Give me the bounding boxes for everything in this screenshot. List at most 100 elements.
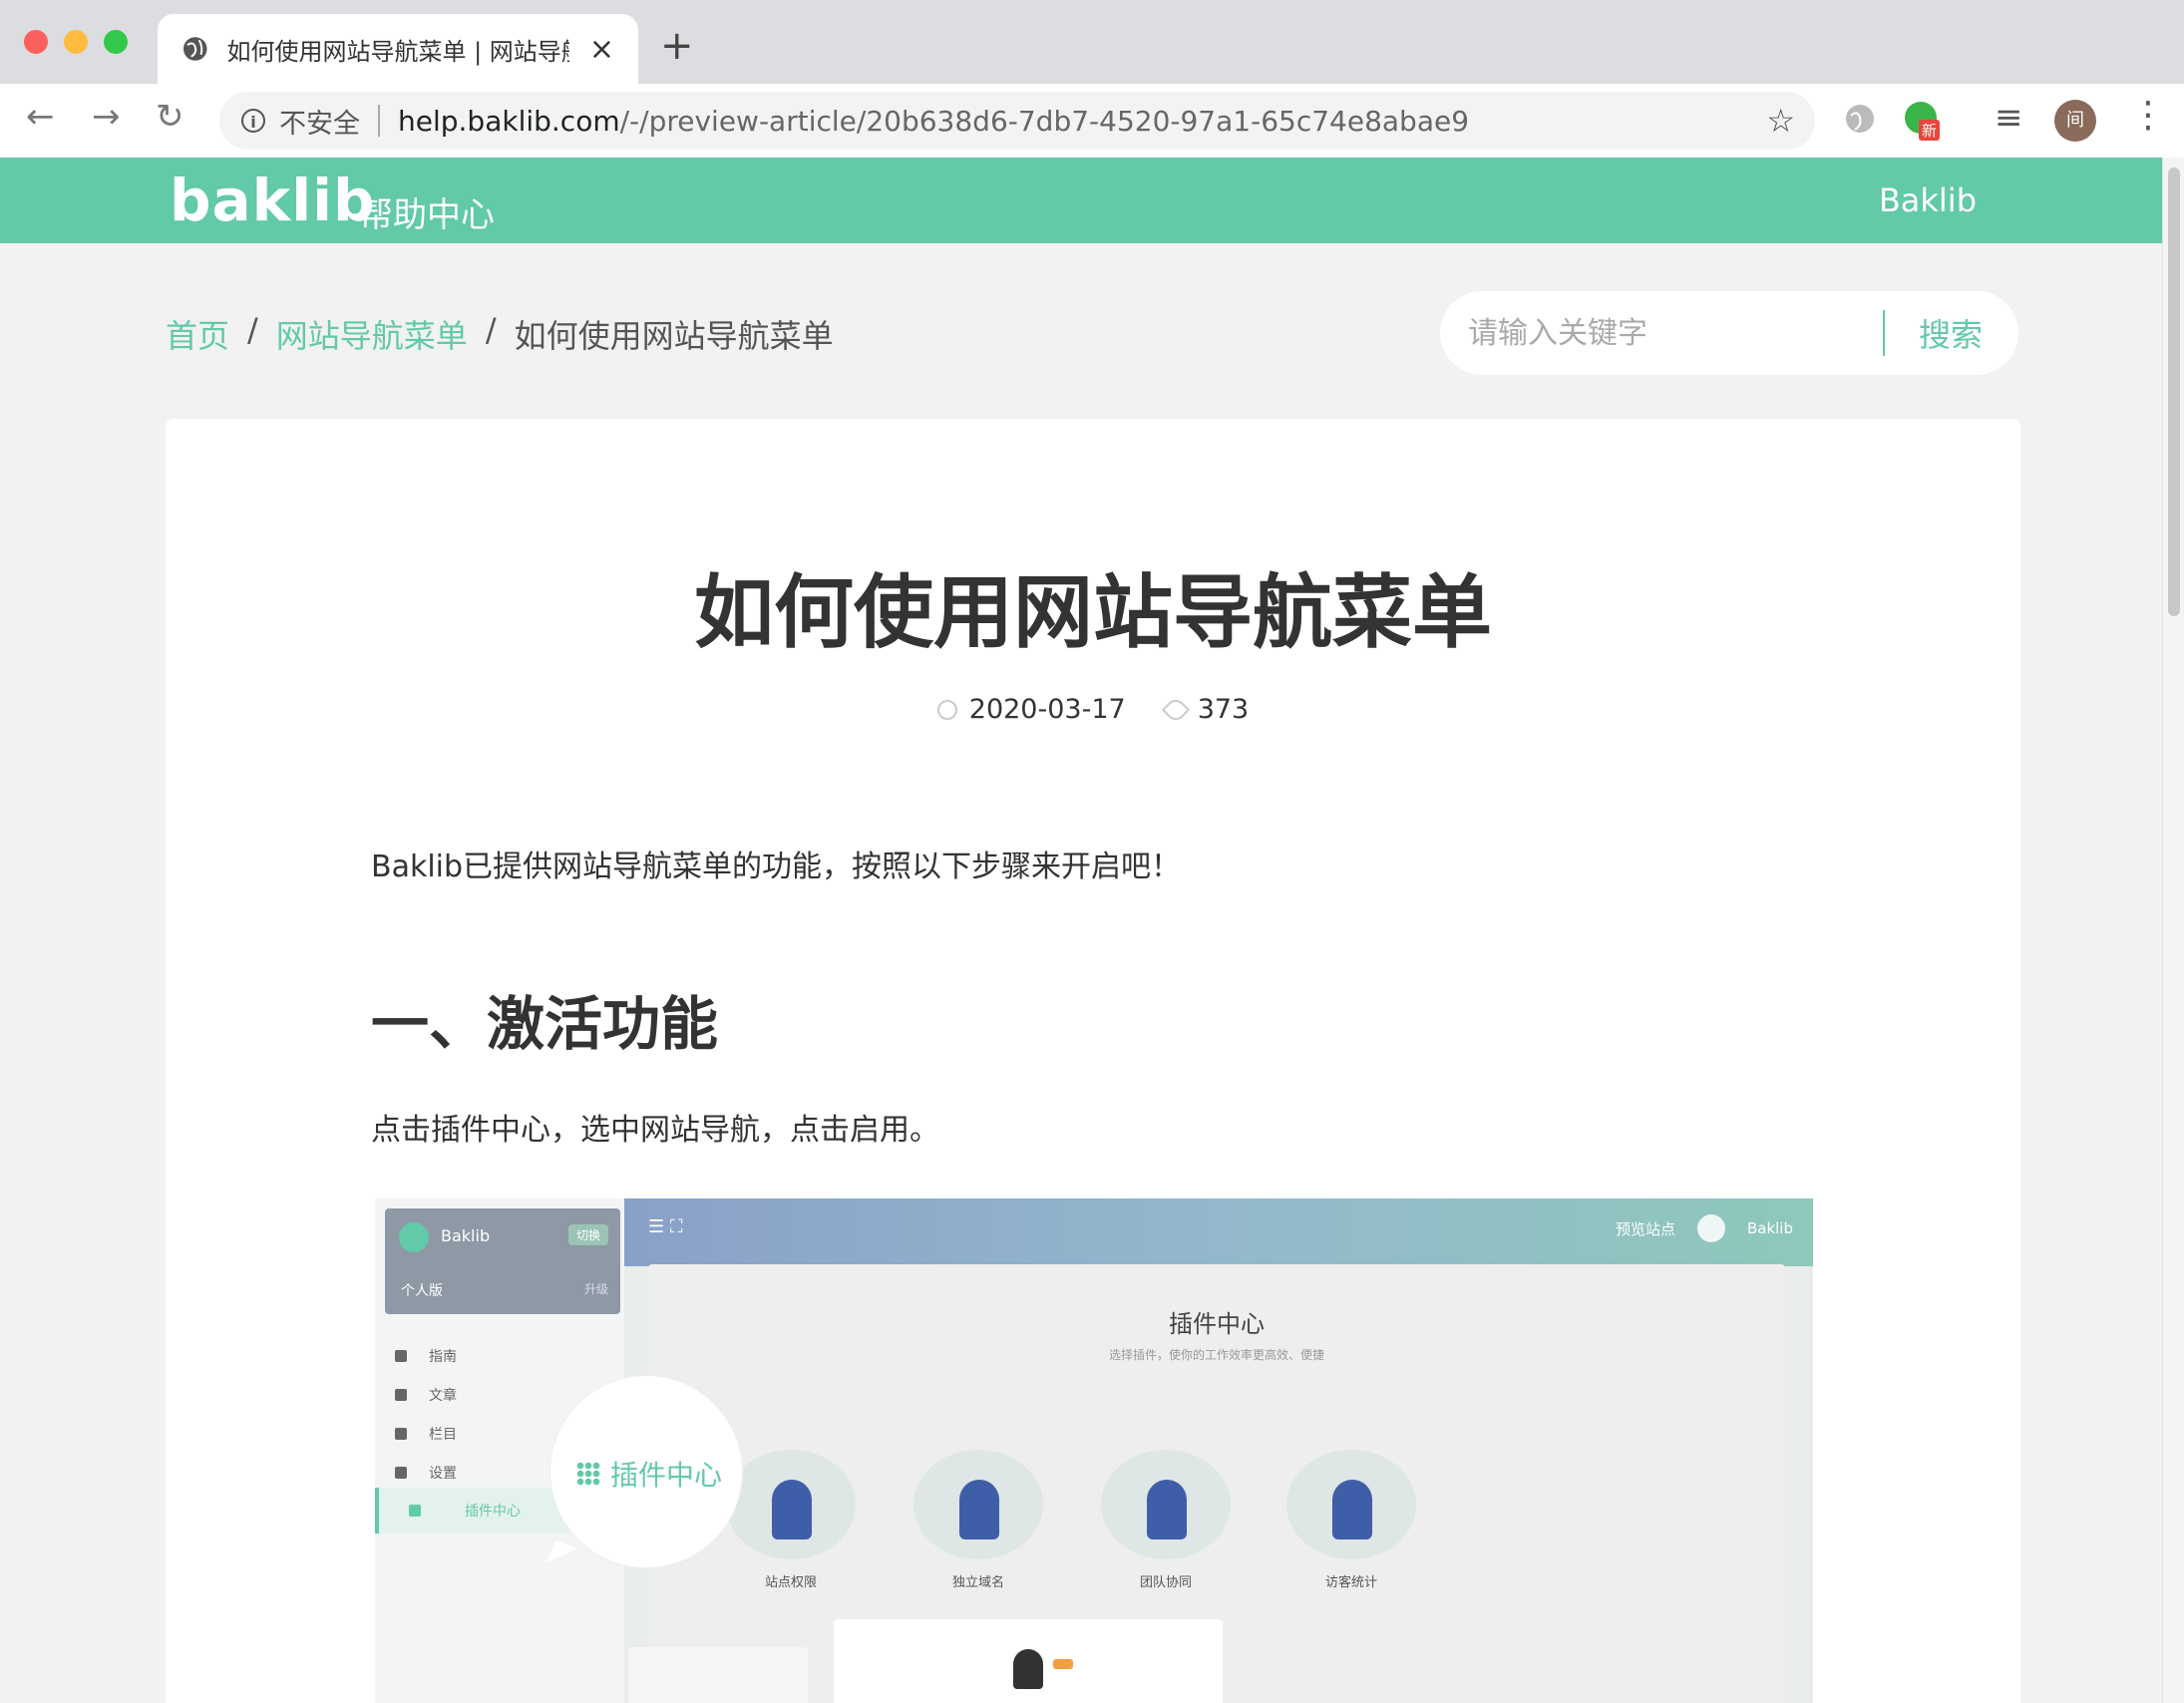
site-header: baklib 帮助中心 Baklib [0,158,2162,243]
search-button[interactable]: 搜索 [1919,310,1983,356]
plugin-custom-domain: 独立域名 [894,1450,1063,1590]
extension-translate-icon[interactable]: 新 [1905,102,1945,146]
screenshot-bot-name: Baklib [1746,1219,1793,1237]
header-baklib-link[interactable]: Baklib [1879,181,1977,219]
person-illustration [1013,1649,1043,1689]
reload-icon[interactable]: ↻ [156,100,184,134]
breadcrumb-separator: / [485,311,497,349]
extension-globe-icon[interactable] [1843,102,1877,136]
screenshot-menu-label: 文章 [429,1388,457,1404]
plugin-label: 团队协同 [1139,1575,1192,1590]
screenshot-panel-subtitle: 选择插件，使你的工作效率更高效、便捷 [1108,1348,1324,1362]
minimize-window-button[interactable] [64,30,88,54]
bookmark-star-icon[interactable]: ☆ [1766,102,1795,140]
scrollbar-thumb[interactable] [2168,168,2180,616]
screenshot-sidebar-header: Baklib 切换 个人版 升级 [385,1208,620,1314]
clock-icon [936,699,957,720]
search-input[interactable] [1466,314,1873,352]
article-icon [395,1389,407,1401]
plugin-grid-icon [576,1462,600,1486]
article-views-text: 373 [1197,694,1250,725]
close-window-button[interactable] [24,30,48,54]
screenshot-menu-label: 设置 [429,1466,457,1482]
article-date: 2020-03-17 [936,694,1126,725]
screenshot-plugin-card [628,1647,808,1703]
url-path: /-/preview-article/20b638d6-7db7-4520-97… [619,104,1470,138]
search-box: 搜索 [1440,291,2018,375]
search-divider [1882,310,1885,356]
tab-title: 如何使用网站导航菜单 | 网站导航 [226,37,569,66]
chat-bubble-icon [1053,1659,1073,1669]
forward-icon[interactable]: → [92,100,121,134]
screenshot-switch: 切换 [567,1224,608,1245]
callout-label: 插件中心 [610,1459,723,1492]
article-card: 如何使用网站导航菜单 2020-03-17 373 Baklib已提供网站导航菜… [166,419,2020,1703]
browser-toolbar: ← → ↻ i 不安全 help.baklib.com/-/preview-ar… [0,84,2184,159]
new-tab-button[interactable]: + [660,26,694,66]
settings-icon [395,1467,407,1479]
security-label[interactable]: 不安全 [279,102,360,141]
plugin-illustration [1101,1450,1231,1559]
article-date-text: 2020-03-17 [968,694,1126,725]
callout-content: 插件中心 [576,1454,722,1494]
site-logo[interactable]: baklib [170,169,376,233]
browser-tab[interactable]: 如何使用网站导航菜单 | 网站导航 × [158,14,638,84]
plugin-illustration [913,1450,1043,1559]
screenshot-topbar: ☰ ⛶ 预览站点 Baklib [624,1198,1813,1266]
plugin-label: 访客统计 [1324,1575,1377,1590]
back-icon[interactable]: ← [26,100,55,134]
extension-new-badge: 新 [1919,120,1941,141]
section-heading: 一、激活功能 [371,990,719,1058]
article-meta: 2020-03-17 373 [166,694,2020,725]
article-screenshot: Baklib 切换 个人版 升级 指南 文章 栏目 设置 插件中心 ☰ ⛶ 预览… [375,1198,1813,1703]
column-icon [395,1428,407,1440]
screenshot-menu-item: 指南 [395,1346,457,1366]
screenshot-menu-item: 文章 [395,1385,457,1405]
close-tab-icon[interactable]: × [589,32,614,67]
zoom-window-button[interactable] [104,30,128,54]
plugin-label: 独立域名 [951,1575,1004,1590]
eye-icon [1161,695,1190,724]
screenshot-callout: 插件中心 [550,1376,742,1567]
article-views: 373 [1161,694,1250,725]
breadcrumb-separator: / [247,311,258,349]
screenshot-menu-item: 设置 [395,1463,457,1483]
screenshot-menu-label: 栏目 [429,1427,457,1443]
info-icon[interactable]: i [241,109,265,133]
plugin-team: 团队协同 [1081,1450,1251,1590]
article-title: 如何使用网站导航菜单 [694,566,1492,659]
url-text[interactable]: help.baklib.com/-/preview-article/20b638… [398,105,1766,138]
plugin-visitor-stats: 访客统计 [1267,1450,1436,1590]
screenshot-bot-avatar [1696,1214,1725,1242]
address-bar[interactable]: i 不安全 help.baklib.com/-/preview-article/… [219,92,1815,150]
plugin-illustration [1286,1450,1416,1559]
baklib-bird-icon [399,1222,429,1252]
address-divider [378,105,380,137]
screenshot-edition: 个人版 [401,1283,443,1299]
more-menu-icon[interactable]: ⋮ [2130,98,2166,134]
screenshot-menu-label: 指南 [429,1349,457,1365]
screenshot-upgrade: 升级 [583,1282,608,1296]
breadcrumb-current: 如何使用网站导航菜单 [514,317,834,355]
profile-avatar[interactable]: 间 [2054,100,2096,142]
guide-icon [395,1350,407,1362]
plugin-label: 站点权限 [764,1575,817,1590]
screenshot-menu-item: 栏目 [395,1424,457,1444]
screenshot-preview-link: 预览站点 [1615,1219,1675,1238]
breadcrumb-home[interactable]: 首页 [166,311,229,357]
screenshot-top-right: 预览站点 Baklib [1616,1214,1793,1242]
article-intro: Baklib已提供网站导航菜单的功能，按照以下步骤来开启吧！ [371,850,1182,884]
url-host: help.baklib.com [398,104,620,138]
screenshot-top-icons: ☰ ⛶ [648,1216,683,1237]
globe-icon [182,37,207,61]
screenshot-brand: Baklib [441,1226,491,1245]
screenshot-panel-title: 插件中心 [1169,1310,1265,1338]
reading-list-icon[interactable]: ≡ [1995,98,2023,138]
breadcrumb: 首页 / 网站导航菜单 / 如何使用网站导航菜单 [166,311,834,357]
site-logo-subtitle: 帮助中心 [359,195,495,235]
page-scrollbar[interactable] [2162,158,2184,1703]
browser-tab-bar: 如何使用网站导航菜单 | 网站导航 × + [0,0,2184,84]
screenshot-menu-label: 插件中心 [465,1504,521,1520]
breadcrumb-category[interactable]: 网站导航菜单 [276,311,468,357]
screenshot-plugin-card-highlight [834,1619,1223,1703]
